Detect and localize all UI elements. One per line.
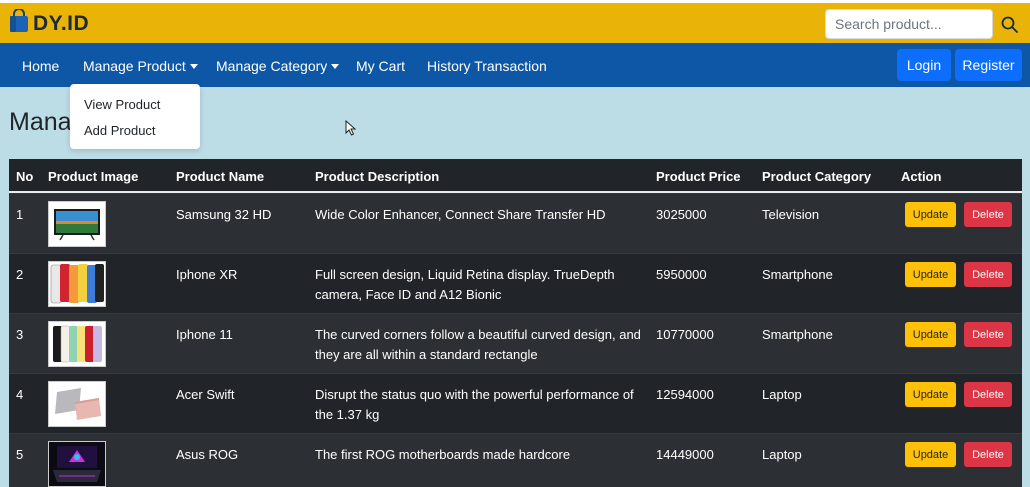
cell-no: 5 <box>16 447 24 462</box>
shopping-bag-icon <box>8 8 30 38</box>
cell-product-price: 10770000 <box>656 327 714 342</box>
smartphones-icon <box>48 321 106 367</box>
nav-manage-product-label: Manage Product <box>83 58 186 74</box>
header-product-category: Product Category <box>762 169 872 184</box>
delete-button[interactable]: Delete <box>964 442 1012 467</box>
brand-name: DY.ID <box>33 11 90 35</box>
manage-product-dropdown: View Product Add Product <box>70 84 200 149</box>
update-button[interactable]: Update <box>905 382 956 407</box>
laptop-icon <box>48 381 106 427</box>
cell-product-price: 3025000 <box>656 207 707 222</box>
top-header: DY.ID <box>0 0 1030 43</box>
delete-button[interactable]: Delete <box>964 382 1012 407</box>
register-button[interactable]: Register <box>955 49 1022 81</box>
cell-product-description: Wide Color Enhancer, Connect Share Trans… <box>315 207 606 222</box>
update-button[interactable]: Update <box>905 202 956 227</box>
table-row: 4 Acer Swift Disrupt the status quo with… <box>9 373 1022 433</box>
cell-product-name: Iphone XR <box>176 267 238 282</box>
cell-product-description: The first ROG motherboards made hardcore <box>315 447 571 462</box>
gaming-laptop-icon <box>48 441 106 487</box>
cell-product-name: Acer Swift <box>176 387 235 402</box>
delete-button[interactable]: Delete <box>964 322 1012 347</box>
cell-product-category: Television <box>762 207 820 222</box>
cell-product-description: Disrupt the status quo with the powerful… <box>315 387 634 422</box>
cell-product-category: Smartphone <box>762 327 833 342</box>
cell-no: 2 <box>16 267 24 282</box>
cell-product-name: Samsung 32 HD <box>176 207 272 222</box>
header-no: No <box>16 169 34 184</box>
table-row: 2 Iphone XR Full screen design, Liquid R… <box>9 253 1022 313</box>
mouse-cursor-icon <box>345 119 357 141</box>
nav-manage-category[interactable]: Manage Category <box>216 58 340 74</box>
header-product-description: Product Description <box>315 169 440 184</box>
smartphones-icon <box>48 261 106 307</box>
cell-no: 1 <box>16 207 24 222</box>
cell-product-description: The curved corners follow a beautiful cu… <box>315 327 641 362</box>
cell-product-price: 14449000 <box>656 447 714 462</box>
table-row: 1 Samsung 32 HD Wide Color Enhancer, Con… <box>9 193 1022 253</box>
header-product-price: Product Price <box>656 169 741 184</box>
cell-product-price: 5950000 <box>656 267 707 282</box>
brand-logo[interactable]: DY.ID <box>8 8 90 38</box>
header-product-image: Product Image <box>48 169 139 184</box>
nav-history-transaction[interactable]: History Transaction <box>427 58 547 74</box>
cell-product-price: 12594000 <box>656 387 714 402</box>
delete-button[interactable]: Delete <box>964 202 1012 227</box>
cell-no: 3 <box>16 327 24 342</box>
cell-product-description: Full screen design, Liquid Retina displa… <box>315 267 615 302</box>
nav-manage-category-label: Manage Category <box>216 58 328 74</box>
header-action: Action <box>901 169 942 184</box>
television-icon <box>48 201 106 247</box>
nav-manage-product[interactable]: Manage Product <box>83 58 198 74</box>
caret-down-icon <box>331 64 340 69</box>
cell-product-category: Laptop <box>762 387 802 402</box>
search-input[interactable] <box>825 9 993 39</box>
search-icon[interactable] <box>1000 15 1024 39</box>
main-navbar: Home Manage Product Manage Category My C… <box>0 43 1030 87</box>
update-button[interactable]: Update <box>905 262 956 287</box>
table-row: 5 Asus ROG The first ROG motherboards ma… <box>9 433 1022 487</box>
login-button[interactable]: Login <box>897 49 951 81</box>
delete-button[interactable]: Delete <box>964 262 1012 287</box>
update-button[interactable]: Update <box>905 322 956 347</box>
caret-down-icon <box>189 64 198 69</box>
cell-product-name: Asus ROG <box>176 447 239 462</box>
nav-my-cart[interactable]: My Cart <box>356 58 405 74</box>
table-row: 3 Iphone 11 The curved corners follow a … <box>9 313 1022 373</box>
table-header: No Product Image Product Name Product De… <box>9 159 1022 193</box>
update-button[interactable]: Update <box>905 442 956 467</box>
cell-product-category: Laptop <box>762 447 802 462</box>
cell-product-category: Smartphone <box>762 267 833 282</box>
cell-no: 4 <box>16 387 24 402</box>
dropdown-view-product[interactable]: View Product <box>84 97 160 112</box>
dropdown-add-product[interactable]: Add Product <box>84 123 156 138</box>
nav-home[interactable]: Home <box>22 58 59 74</box>
header-product-name: Product Name <box>176 169 265 184</box>
product-table: No Product Image Product Name Product De… <box>9 159 1022 487</box>
cell-product-name: Iphone 11 <box>176 327 233 342</box>
